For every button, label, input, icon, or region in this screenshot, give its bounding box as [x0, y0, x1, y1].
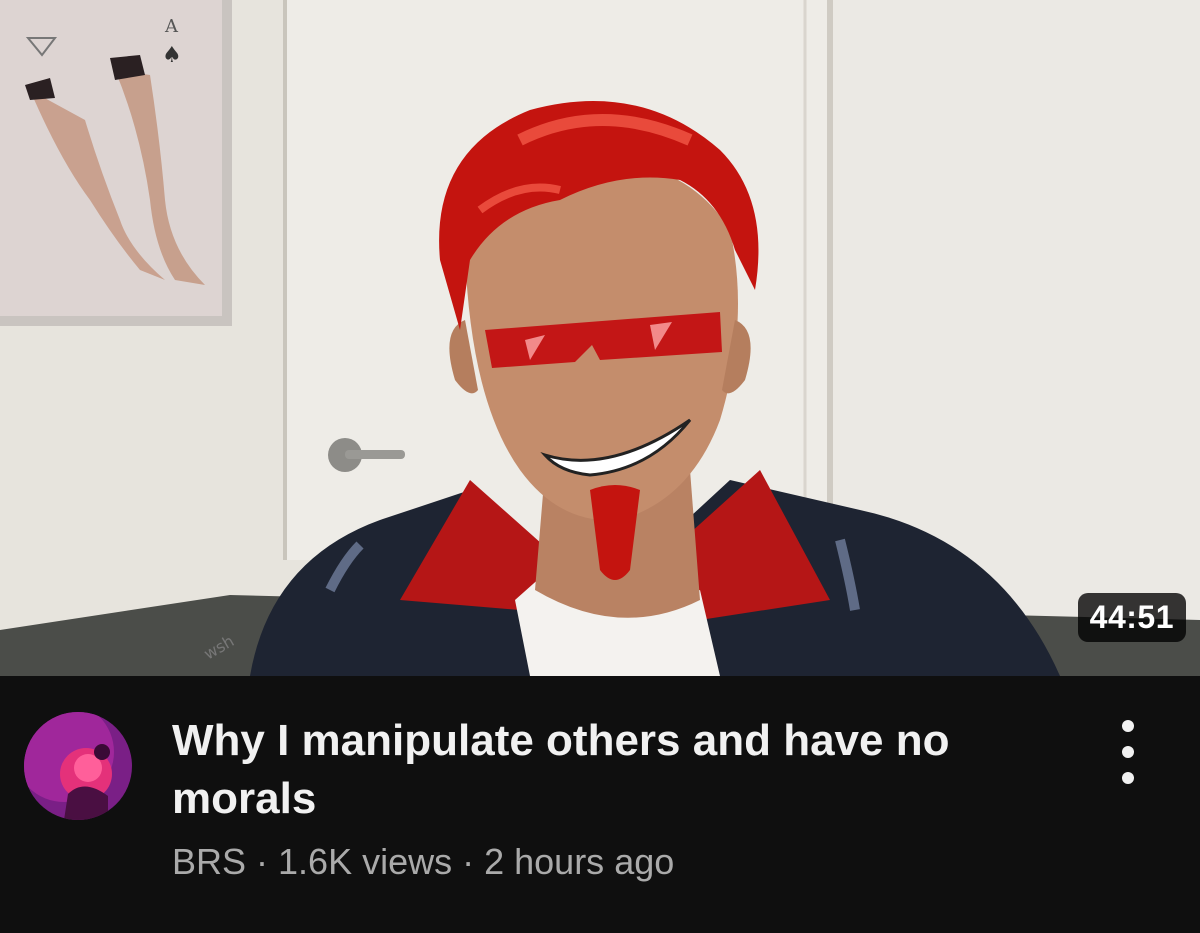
svg-text:♠: ♠	[162, 43, 182, 68]
video-duration-badge: 44:51	[1077, 593, 1186, 642]
more-vert-icon[interactable]	[1104, 720, 1152, 784]
more-dot	[1122, 746, 1134, 758]
avatar-image	[24, 712, 132, 820]
svg-text:A: A	[164, 16, 179, 37]
video-metadata: Why I manipulate others and have no mora…	[0, 676, 1200, 933]
view-count: 1.6K views	[278, 841, 453, 882]
separator-dot: ·	[462, 841, 475, 882]
more-dot	[1122, 720, 1134, 732]
upload-age: 2 hours ago	[484, 841, 675, 882]
more-dot	[1122, 772, 1134, 784]
video-title[interactable]: Why I manipulate others and have no mora…	[172, 712, 1052, 828]
video-thumbnail[interactable]: A ♠ wsh 44:51	[0, 0, 1200, 676]
video-card[interactable]: A ♠ wsh 44:51 Why I manipulate others an…	[0, 0, 1200, 933]
thumbnail-image: A ♠ wsh	[0, 0, 1200, 676]
video-subline: BRS · 1.6K views · 2 hours ago	[172, 842, 674, 882]
channel-avatar[interactable]	[24, 712, 132, 820]
separator-dot: ·	[256, 841, 269, 882]
channel-name[interactable]: BRS	[172, 841, 246, 882]
